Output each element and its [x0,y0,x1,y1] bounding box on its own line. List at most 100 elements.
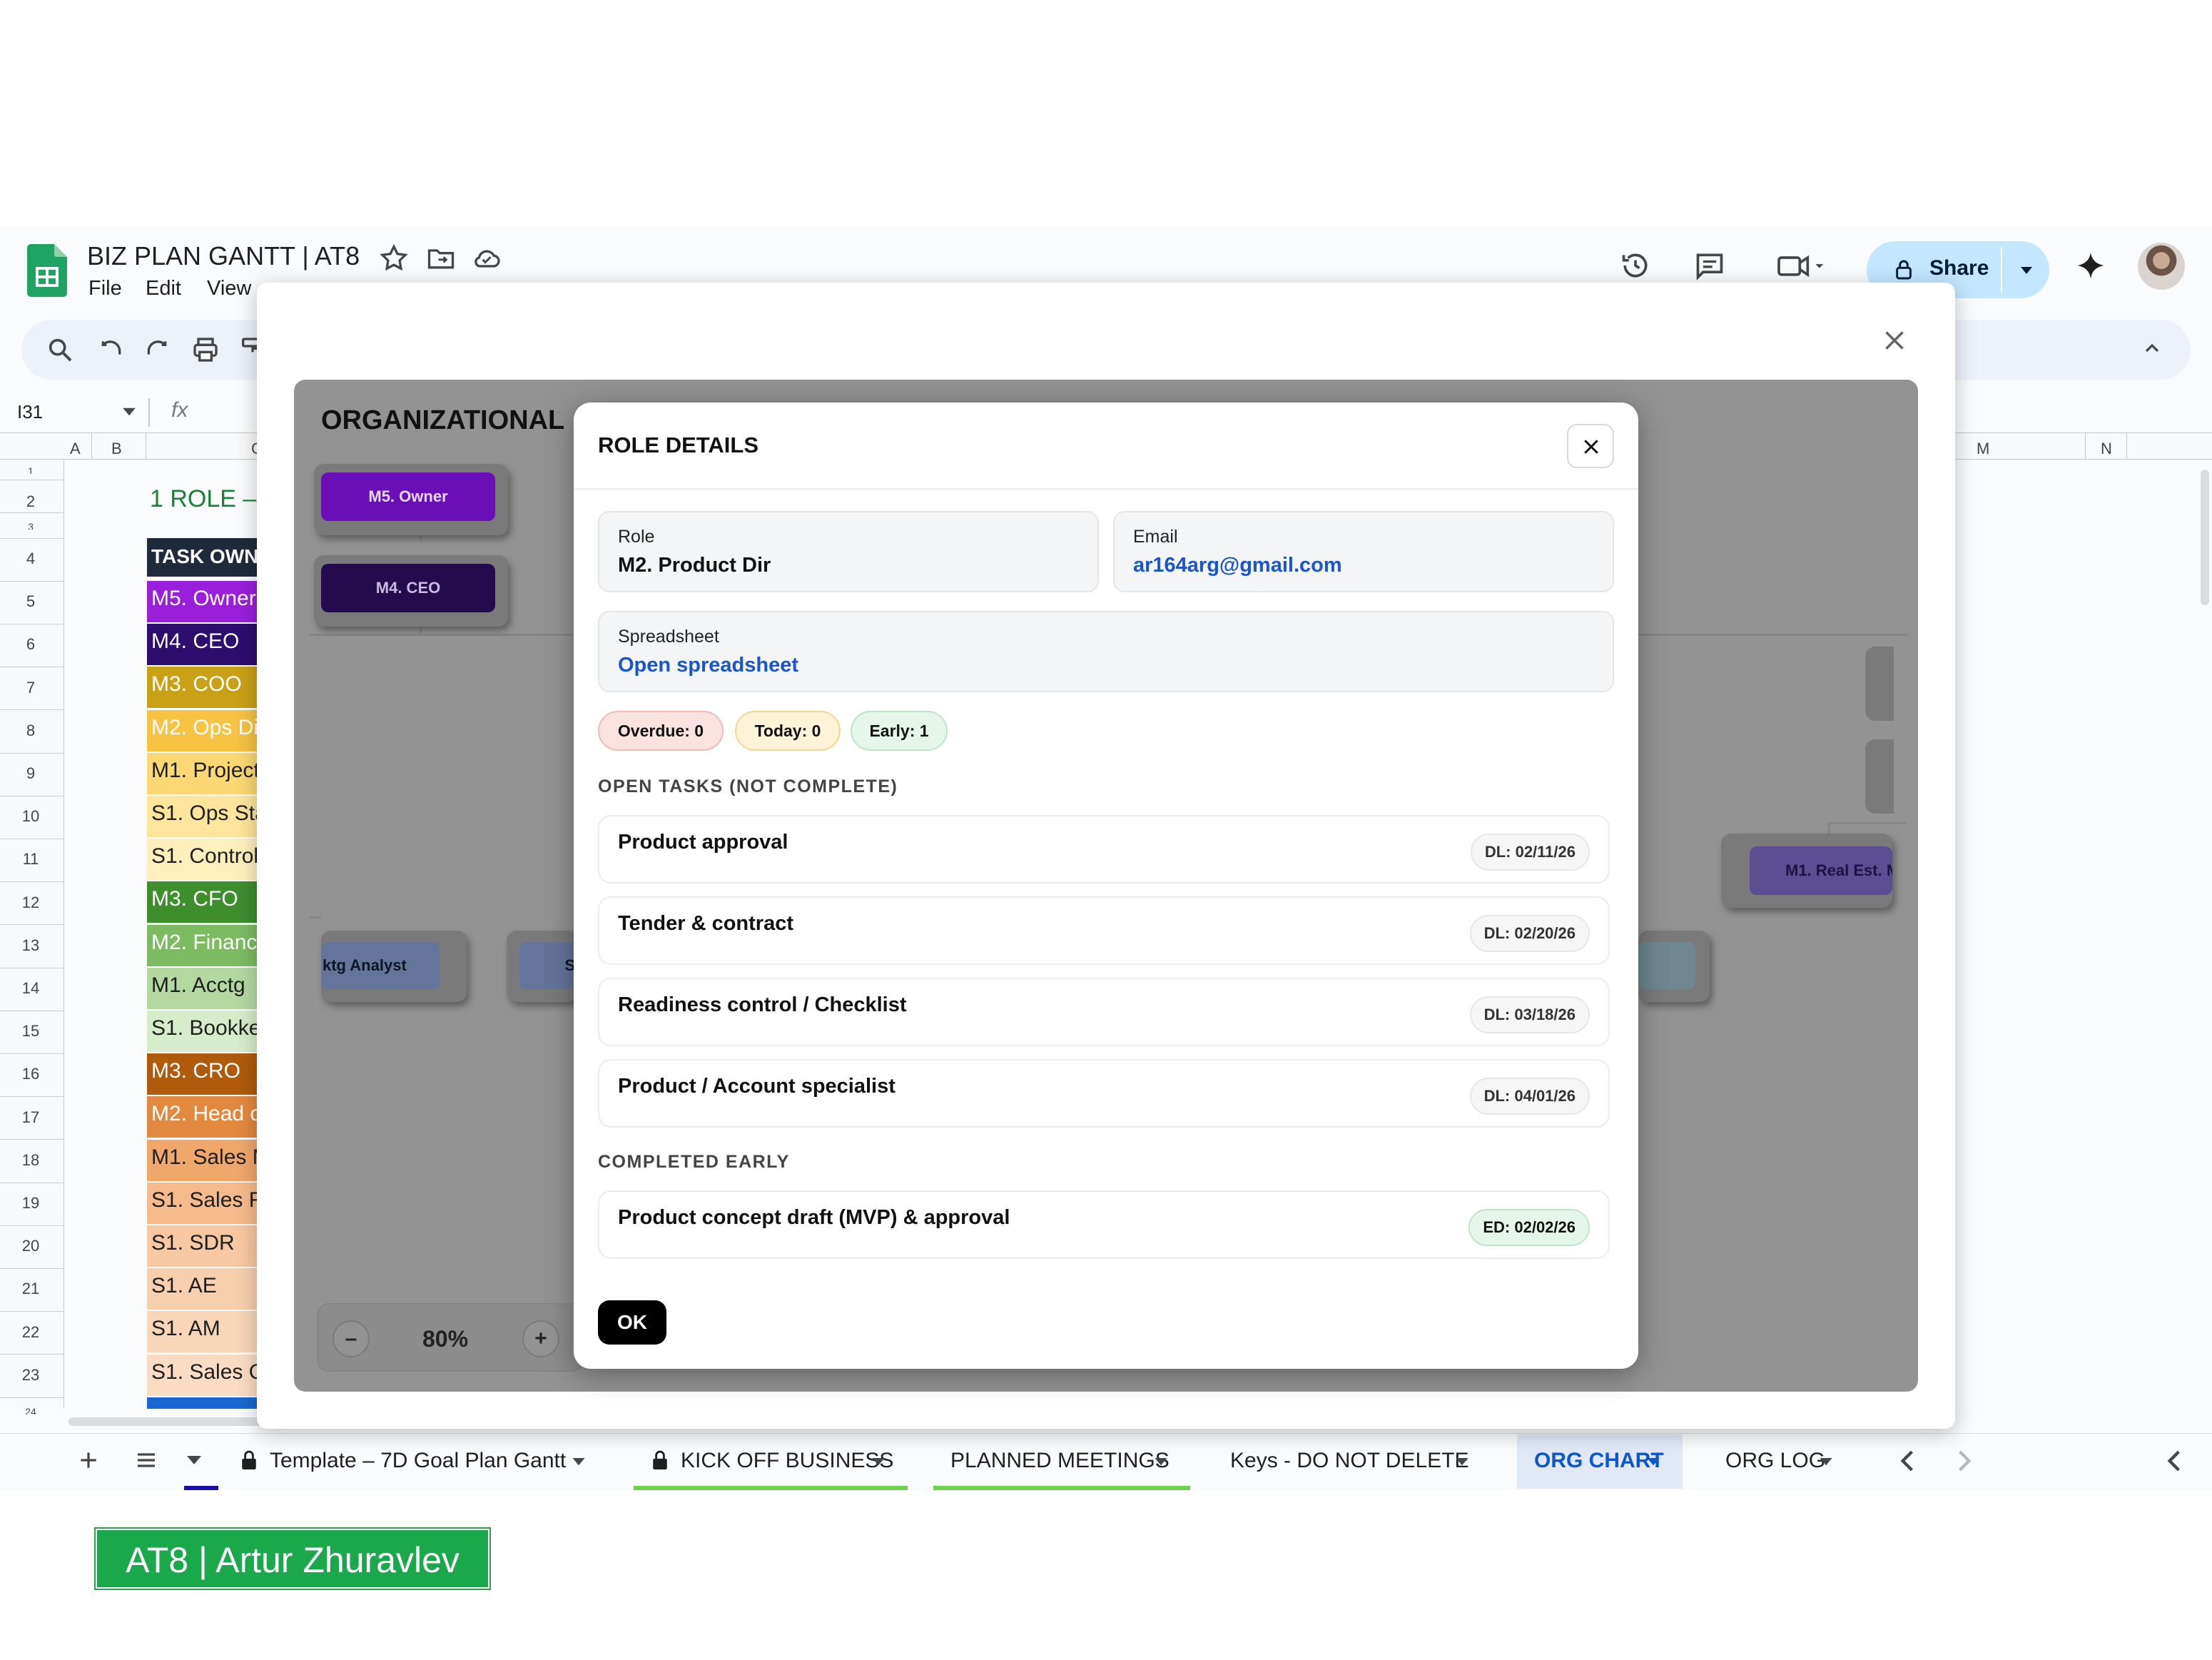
row-number[interactable]: 1 [0,465,61,474]
role-cell[interactable]: S1. Ops Sta [147,796,261,837]
role-cell[interactable]: M1. Acctg [147,967,261,1009]
sheet-title-cell[interactable]: 1 ROLE – [150,485,256,513]
open-task-row[interactable]: Product / Account specialist DL: 04/01/26 [598,1059,1610,1128]
scroll-tabs-left-icon[interactable] [1898,1450,1917,1472]
role-cell[interactable]: M2. Financ [147,924,261,966]
tab-dropdown-icon[interactable] [572,1457,585,1466]
tab-dropdown-icon[interactable] [1647,1457,1660,1466]
sheet-tab[interactable]: Keys - DO NOT DELETE [1230,1449,1469,1473]
row-number[interactable]: 13 [0,936,61,955]
share-dropdown-icon[interactable] [2019,263,2034,277]
menu-view[interactable]: View [207,277,251,300]
row-number[interactable]: 10 [0,807,61,826]
sheet-menu-dropdown-icon[interactable] [187,1456,201,1466]
role-cell[interactable]: S1. Controll [147,839,261,881]
org-node-right-partial[interactable] [1638,931,1710,1002]
name-box[interactable]: I31 [17,401,43,423]
name-box-dropdown-icon[interactable] [123,407,136,417]
row-number[interactable]: 18 [0,1151,61,1170]
task-owner-header-cell[interactable]: TASK OWNE [147,538,261,577]
row-number[interactable]: 8 [0,722,61,740]
meet-video-icon[interactable] [1774,250,1831,281]
star-icon[interactable] [378,243,408,271]
row-number[interactable]: 5 [0,592,61,611]
ok-button[interactable]: OK [598,1300,666,1345]
role-cell[interactable]: S1. AM [147,1311,261,1353]
version-history-icon[interactable] [1620,250,1651,281]
sheet-tab[interactable]: ORG CHART [1534,1449,1664,1473]
move-folder-icon[interactable] [425,243,455,271]
column-a[interactable]: A [70,440,81,458]
open-spreadsheet-link[interactable]: Open spreadsheet [618,654,798,677]
row-number[interactable]: 15 [0,1022,61,1041]
tab-dropdown-icon[interactable] [1155,1457,1167,1466]
org-node-stub[interactable] [1865,739,1894,814]
row-number[interactable]: 9 [0,764,61,783]
dialog-close-icon[interactable] [1878,324,1911,357]
document-title[interactable]: BIZ PLAN GANTT | AT8 [87,241,360,271]
comments-icon[interactable] [1694,250,1725,281]
collapse-side-panel-icon[interactable] [2165,1450,2183,1472]
role-cell[interactable]: S1. Bookke [147,1011,261,1052]
open-task-row[interactable]: Readiness control / Checklist DL: 03/18/2… [598,978,1610,1046]
sheet-tab[interactable]: KICK OFF BUSINESS [681,1449,893,1473]
org-node-stub[interactable] [1865,647,1894,721]
column-m[interactable]: M [1977,440,1989,458]
row-number[interactable]: 7 [0,679,61,697]
row-number[interactable]: 24 [0,1406,61,1414]
row-number[interactable]: 19 [0,1194,61,1213]
gemini-sparkle-icon[interactable] [2075,250,2106,281]
org-node-m1-real-est[interactable]: M1. Real Est. M [1721,834,1892,908]
role-cell[interactable]: M2. Head o [147,1096,261,1138]
add-sheet-icon[interactable] [77,1449,100,1472]
row-number[interactable]: 20 [0,1237,61,1255]
print-icon[interactable] [191,335,220,364]
row-number[interactable]: 12 [0,894,61,912]
role-cell[interactable]: S1. SDR [147,1225,261,1267]
row-number[interactable]: 21 [0,1280,61,1298]
avatar[interactable] [2138,243,2185,290]
menu-file[interactable]: File [88,277,122,300]
collapse-toolbar-icon[interactable] [2141,337,2163,360]
row-number[interactable]: 11 [0,850,61,869]
cloud-status-icon[interactable] [471,243,502,271]
scroll-tabs-right-icon[interactable] [1955,1450,1974,1472]
column-b[interactable]: B [111,440,122,458]
sheet-tab[interactable]: PLANNED MEETINGS [950,1449,1170,1473]
sheets-logo-icon[interactable] [27,244,67,297]
open-task-row[interactable]: Tender & contract DL: 02/20/26 [598,896,1610,965]
role-cell[interactable]: M5. Owner [147,581,261,622]
row-number[interactable]: 14 [0,979,61,998]
redo-icon[interactable] [143,335,171,364]
zoom-out-button[interactable]: – [333,1320,370,1357]
org-node-m4-ceo[interactable]: M4. CEO [314,555,508,627]
row-number[interactable]: 23 [0,1366,61,1385]
role-cell[interactable] [147,1397,261,1409]
zoom-in-button[interactable]: + [522,1320,559,1357]
open-task-row[interactable]: Product approval DL: 02/11/26 [598,815,1610,884]
column-n[interactable]: N [2101,440,2112,458]
tab-dropdown-icon[interactable] [1456,1457,1468,1466]
org-node-m5-owner[interactable]: M5. Owner [314,464,508,535]
search-icon[interactable] [46,335,74,364]
role-cell[interactable]: M3. COO [147,667,261,709]
row-number[interactable]: 6 [0,635,61,654]
role-cell[interactable]: M3. CFO [147,881,261,923]
row-number[interactable]: 3 [0,521,61,530]
role-cell[interactable]: S1. AE [147,1268,261,1310]
row-number[interactable]: 17 [0,1108,61,1127]
menu-edit[interactable]: Edit [146,277,181,300]
role-cell[interactable]: M1. Sales M [147,1139,261,1181]
role-cell[interactable]: S1. Sales Op [147,1354,261,1396]
vertical-scrollbar[interactable] [2201,470,2209,605]
tab-dropdown-icon[interactable] [872,1457,885,1466]
modal-close-button[interactable] [1567,424,1614,468]
org-node-partial[interactable]: S [507,931,578,1002]
sheet-tab[interactable]: ORG LOG [1725,1449,1825,1473]
org-node-mktg-analyst[interactable]: ktg Analyst [321,931,467,1002]
row-number[interactable]: 2 [0,492,61,511]
role-cell[interactable]: S1. Sales Re [147,1182,261,1224]
email-link[interactable]: ar164arg@gmail.com [1133,554,1342,577]
sheet-tab[interactable]: Template – 7D Goal Plan Gantt [270,1449,566,1473]
role-cell[interactable]: M2. Ops Dir [147,709,261,751]
